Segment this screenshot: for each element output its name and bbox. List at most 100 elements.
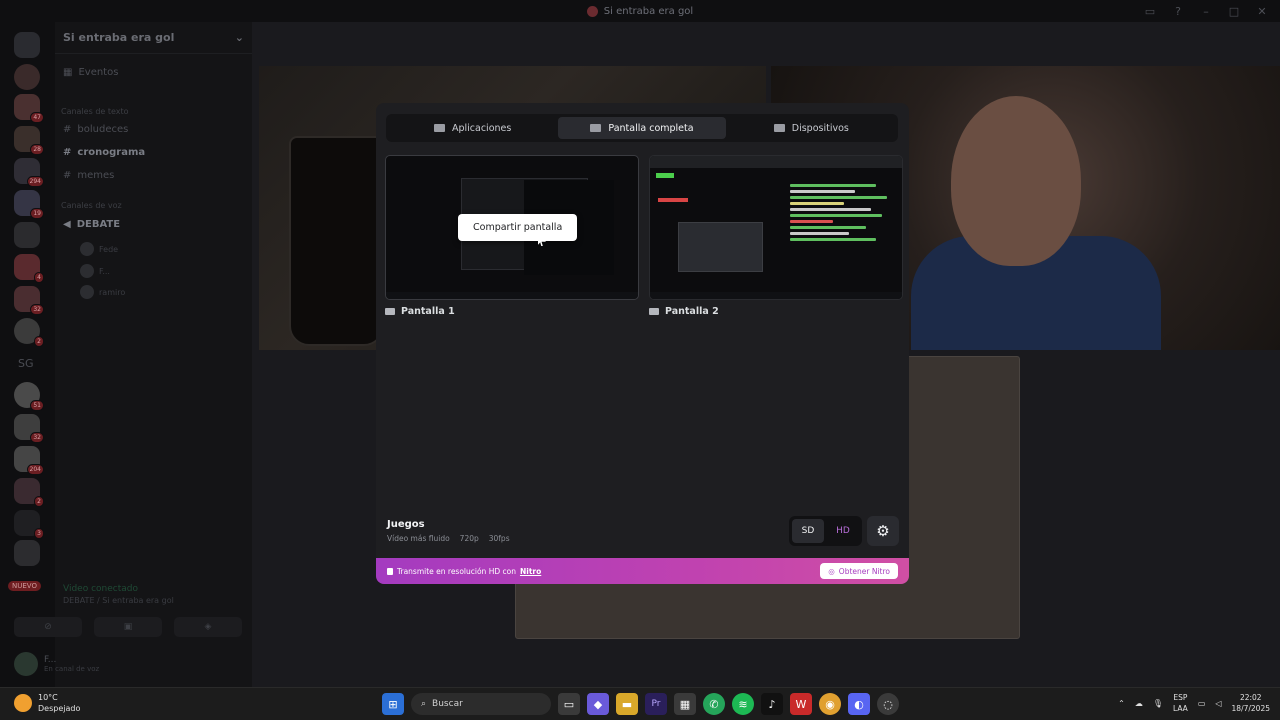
app-icon[interactable]: W: [790, 693, 812, 715]
voice-controls: ⊘ ▣ ◈: [14, 617, 242, 637]
weather-status: Despejado: [38, 704, 81, 713]
voice-user[interactable]: Fede: [80, 242, 118, 256]
screen-thumbnail[interactable]: Compartir pantalla: [385, 155, 639, 300]
discord-home-icon[interactable]: [14, 32, 40, 58]
screen-share-button[interactable]: ▣: [94, 617, 162, 637]
server-icon[interactable]: 2: [14, 318, 44, 347]
server-icon: [586, 5, 598, 17]
quality-title: Juegos: [387, 519, 425, 530]
tiktok-icon[interactable]: ♪: [761, 693, 783, 715]
server-icon[interactable]: 294: [14, 158, 44, 187]
channel-cronograma[interactable]: # cronograma: [63, 147, 145, 158]
nitro-upsell-bar: Transmite en resolución HD con Nitro ◎ O…: [376, 558, 909, 584]
store-icon[interactable]: ▦: [674, 693, 696, 715]
thumbnail-taskbar: [650, 292, 902, 299]
folder-label[interactable]: SG: [18, 357, 34, 370]
thumbnail-window: [678, 222, 763, 272]
hd-option[interactable]: HD: [827, 519, 859, 543]
minimize-icon[interactable]: –: [1198, 3, 1214, 19]
chrome-icon[interactable]: ◉: [819, 693, 841, 715]
voice-category[interactable]: Canales de voz: [61, 201, 122, 210]
server-icon[interactable]: 2: [14, 478, 44, 507]
get-nitro-button[interactable]: ◎ Obtener Nitro: [820, 563, 898, 579]
help-icon[interactable]: ?: [1170, 3, 1186, 19]
spotify-icon[interactable]: ≋: [732, 693, 754, 715]
system-tray: ⌃ ☁ 🎙 ESP LAA ▭ ◁ 22:02 18/7/2025: [1118, 692, 1270, 714]
taskbar-search[interactable]: ⌕ Buscar: [411, 693, 551, 715]
channel-memes[interactable]: # memes: [63, 170, 114, 181]
server-icon[interactable]: 32: [14, 286, 44, 315]
new-badge: NUEVO: [8, 581, 41, 591]
nitro-link[interactable]: Nitro: [520, 567, 541, 576]
tab-applications[interactable]: Aplicaciones: [389, 117, 556, 139]
server-icon[interactable]: [14, 222, 40, 248]
channel-sidebar: Si entraba era gol ⌄ ▦ Eventos Canales d…: [55, 22, 252, 687]
screen-share-modal: Aplicaciones Pantalla completa Dispositi…: [376, 103, 909, 584]
avatar[interactable]: [14, 652, 38, 676]
tab-full-screen[interactable]: Pantalla completa: [558, 117, 726, 139]
file-explorer-icon[interactable]: ▬: [616, 693, 638, 715]
screen-label: Pantalla 1: [385, 306, 639, 317]
app-icon[interactable]: ◌: [877, 693, 899, 715]
discord-icon[interactable]: ◐: [848, 693, 870, 715]
server-icon[interactable]: [14, 64, 40, 90]
clock[interactable]: 22:02 18/7/2025: [1232, 692, 1270, 714]
server-rail: 47 28 294 19 4 32 2 SG 51 32 204 2 3 NUE…: [0, 22, 55, 687]
screen-option-2[interactable]: Pantalla 2: [649, 155, 903, 317]
voice-user[interactable]: ramiro: [80, 285, 125, 299]
copilot-icon[interactable]: ◆: [587, 693, 609, 715]
close-icon[interactable]: ✕: [1254, 3, 1270, 19]
gear-icon[interactable]: ⚙: [867, 516, 899, 546]
person-head: [951, 96, 1081, 266]
avatar: [80, 264, 94, 278]
display-icon[interactable]: ▭: [1198, 699, 1206, 708]
voice-location[interactable]: DEBATE / Si entraba era gol: [63, 596, 248, 605]
tab-devices[interactable]: Dispositivos: [728, 117, 895, 139]
server-icon[interactable]: 19: [14, 190, 44, 219]
voice-channel-debate[interactable]: ◀ DEBATE: [63, 219, 120, 230]
volume-icon[interactable]: ◁: [1215, 699, 1221, 708]
server-icon[interactable]: 3: [14, 510, 44, 539]
taskbar: 10°C Despejado ⊞ ⌕ Buscar ▭ ◆ ▬ Pr ▦ ✆ ≋…: [0, 687, 1280, 720]
thumbnail-code: [790, 181, 898, 291]
voice-status[interactable]: Video conectado: [63, 584, 248, 594]
events-item[interactable]: ▦ Eventos: [63, 67, 118, 78]
server-icon[interactable]: 32: [14, 414, 44, 443]
activity-button[interactable]: ◈: [174, 617, 242, 637]
screen-list: Compartir pantalla Pantalla 1 Pantalla 2: [385, 155, 903, 317]
maximize-icon[interactable]: □: [1226, 3, 1242, 19]
voice-user[interactable]: F...: [80, 264, 110, 278]
nitro-text: Transmite en resolución HD con: [397, 566, 516, 576]
share-screen-tooltip[interactable]: Compartir pantalla: [458, 214, 578, 241]
quality-info: Juegos Vídeo más fluido 720p 30fps: [387, 519, 510, 543]
whatsapp-icon[interactable]: ✆: [703, 693, 725, 715]
text-category[interactable]: Canales de texto: [61, 107, 129, 116]
sd-option[interactable]: SD: [792, 519, 824, 543]
server-icon[interactable]: 204: [14, 446, 44, 475]
screen-thumbnail[interactable]: [649, 155, 903, 300]
thumbnail-highlight: [658, 198, 688, 202]
server-icon[interactable]: 28: [14, 126, 44, 155]
server-icon[interactable]: [14, 540, 40, 566]
search-icon: ⌕: [421, 699, 427, 709]
chevron-up-icon[interactable]: ⌃: [1118, 699, 1125, 708]
window-title: Si entraba era gol: [603, 5, 694, 17]
task-view-icon[interactable]: ▭: [558, 693, 580, 715]
language-indicator[interactable]: ESP LAA: [1173, 692, 1188, 714]
server-icon[interactable]: 47: [14, 94, 44, 123]
microphone-icon[interactable]: 🎙: [1153, 699, 1163, 708]
weather-widget[interactable]: 10°C Despejado: [14, 692, 80, 714]
window-icon: [433, 124, 445, 132]
cloud-icon[interactable]: ☁: [1135, 699, 1143, 708]
avatar: [80, 242, 94, 256]
server-icon[interactable]: 4: [14, 254, 44, 283]
server-header[interactable]: Si entraba era gol ⌄: [55, 22, 252, 54]
inbox-icon[interactable]: ▭: [1142, 3, 1158, 19]
screen-option-1[interactable]: Compartir pantalla Pantalla 1: [385, 155, 639, 317]
channel-boludeces[interactable]: # boludeces: [63, 124, 128, 135]
temperature: 10°C: [38, 693, 58, 702]
premiere-icon[interactable]: Pr: [645, 693, 667, 715]
server-icon[interactable]: 51: [14, 382, 44, 411]
windows-start-icon[interactable]: ⊞: [382, 693, 404, 715]
camera-off-button[interactable]: ⊘: [14, 617, 82, 637]
